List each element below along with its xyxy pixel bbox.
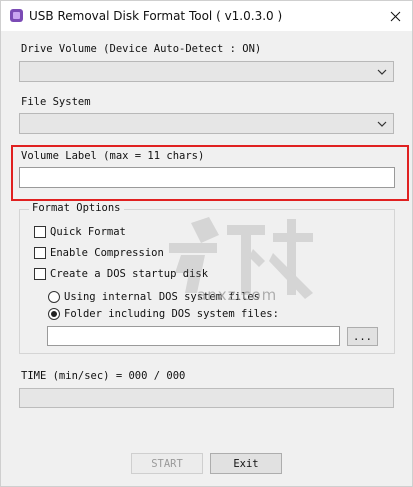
format-options-title: Format Options <box>29 202 124 214</box>
dos-folder-path-input[interactable] <box>47 326 340 346</box>
app-icon <box>10 9 23 22</box>
quick-format-checkbox[interactable] <box>34 226 46 238</box>
file-system-select[interactable] <box>19 113 394 134</box>
start-button[interactable]: START <box>131 453 203 474</box>
volume-label-input[interactable] <box>19 167 395 188</box>
drive-volume-label: Drive Volume (Device Auto-Detect : ON) <box>21 43 262 55</box>
volume-label-caption: Volume Label (max = 11 chars) <box>21 150 205 162</box>
folder-dos-radio[interactable] <box>48 308 60 320</box>
enable-compression-checkbox[interactable] <box>34 247 46 259</box>
folder-dos-label[interactable]: Folder including DOS system files: <box>64 308 279 320</box>
enable-compression-label[interactable]: Enable Compression <box>50 247 164 259</box>
close-icon <box>390 11 400 21</box>
create-dos-startup-label[interactable]: Create a DOS startup disk <box>50 268 208 280</box>
create-dos-startup-checkbox[interactable] <box>34 268 46 280</box>
close-button[interactable] <box>378 1 412 31</box>
progress-bar <box>19 388 394 408</box>
client-area: Drive Volume (Device Auto-Detect : ON) F… <box>1 31 412 486</box>
watermark-text: anxz.com <box>197 286 278 304</box>
time-label: TIME (min/sec) = 000 / 000 <box>21 370 186 382</box>
drive-volume-select[interactable] <box>19 61 394 82</box>
internal-dos-radio[interactable] <box>48 291 60 303</box>
chevron-down-icon <box>377 121 387 127</box>
title-bar: USB Removal Disk Format Tool ( v1.0.3.0 … <box>1 1 412 31</box>
file-system-label: File System <box>21 96 91 108</box>
quick-format-label[interactable]: Quick Format <box>50 226 126 238</box>
browse-button[interactable]: ... <box>347 327 378 346</box>
chevron-down-icon <box>377 69 387 75</box>
app-window: USB Removal Disk Format Tool ( v1.0.3.0 … <box>0 0 413 487</box>
exit-button[interactable]: Exit <box>210 453 282 474</box>
window-title: USB Removal Disk Format Tool ( v1.0.3.0 … <box>29 9 283 23</box>
